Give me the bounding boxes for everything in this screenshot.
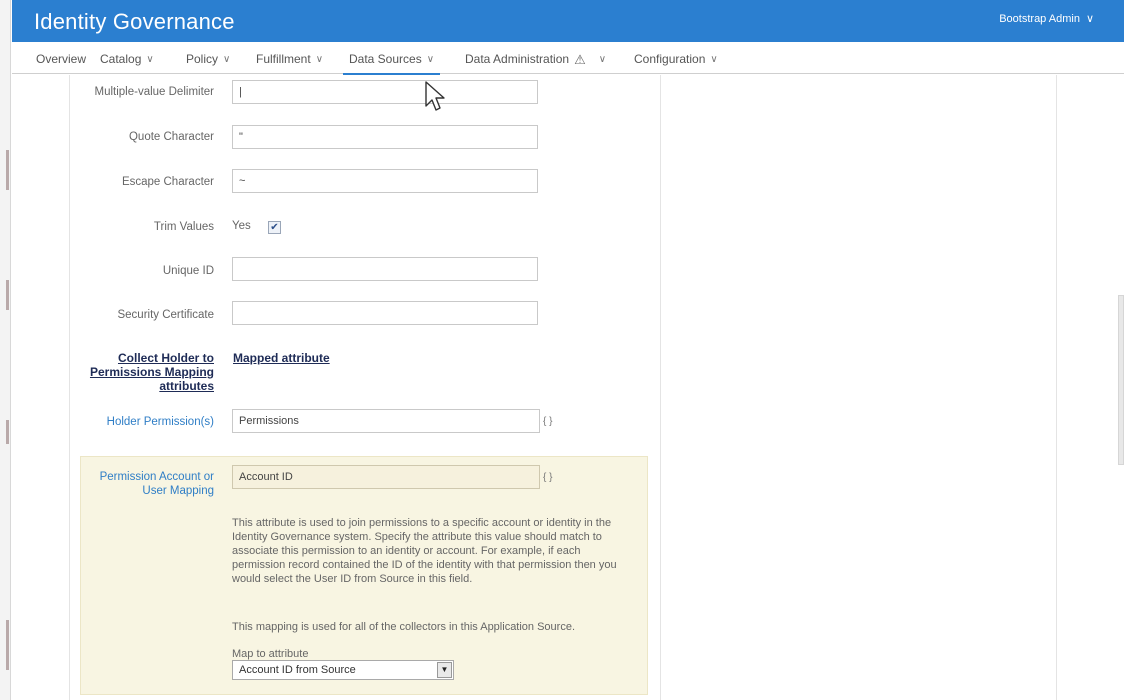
trim-values-checkbox[interactable]: ✔ <box>268 221 281 234</box>
security-certificate-input[interactable] <box>232 301 538 325</box>
unique-id-label: Unique ID <box>162 265 214 277</box>
quote-character-label: Quote Character <box>128 131 214 143</box>
panel-divider <box>1056 75 1057 700</box>
nav-data-sources[interactable]: Data Sources ∨ <box>342 52 441 75</box>
multiple-value-delimiter-label: Multiple-value Delimiter <box>94 86 214 98</box>
nav-data-administration-label: Data Administration <box>465 52 570 66</box>
permission-account-input[interactable]: Account ID <box>232 465 540 489</box>
trim-values-label: Trim Values <box>153 221 214 233</box>
escape-character-label: Escape Character <box>121 176 214 188</box>
holder-permissions-label: Holder Permission(s) <box>106 416 214 428</box>
panel-divider <box>660 75 661 700</box>
chevron-down-icon: ∨ <box>223 53 231 65</box>
multiple-value-delimiter-input[interactable]: | <box>232 80 538 104</box>
chevron-down-icon: ∨ <box>315 53 324 65</box>
edge-mark <box>6 150 9 190</box>
nav-data-administration[interactable]: Data Administration ⚠ ∨ <box>465 52 606 66</box>
edge-mark <box>6 280 9 310</box>
user-menu[interactable]: Bootstrap Admin ∨ <box>999 12 1094 26</box>
main-nav: Overview Catalog ∨ Policy ∨ Fulfillment … <box>12 42 1124 75</box>
collectors-mapping-note: This mapping is used for all of the coll… <box>232 621 576 633</box>
braces-icon[interactable]: { } <box>543 416 552 427</box>
map-to-attribute-label: Map to attribute <box>232 648 309 660</box>
nav-overview[interactable]: Overview <box>36 52 86 66</box>
unique-id-input[interactable] <box>232 257 538 281</box>
chevron-down-icon: ∨ <box>710 53 718 65</box>
holder-permissions-input[interactable]: Permissions <box>232 409 540 433</box>
chevron-down-icon: ∨ <box>598 53 607 65</box>
escape-character-input[interactable]: ~ <box>232 169 538 193</box>
scrollbar-thumb[interactable] <box>1118 295 1124 465</box>
chevron-down-icon: ∨ <box>146 53 154 65</box>
user-menu-label: Bootstrap Admin <box>999 12 1080 25</box>
mapped-attribute-heading[interactable]: Mapped attribute <box>233 351 433 365</box>
quote-character-input[interactable]: " <box>232 125 538 149</box>
mouse-cursor-icon <box>425 81 445 111</box>
nav-data-sources-label: Data Sources <box>349 52 422 66</box>
warning-icon: ⚠ <box>574 51 586 67</box>
checkmark-icon: ✔ <box>270 222 279 233</box>
security-certificate-label: Security Certificate <box>117 309 214 321</box>
nav-overview-label: Overview <box>36 52 87 66</box>
data-source-form: Multiple-value Delimiter | Quote Charact… <box>12 75 1124 700</box>
mapping-section-heading[interactable]: Collect Holder to Permissions Mapping at… <box>74 351 214 393</box>
chevron-down-icon: ∨ <box>426 53 435 65</box>
nav-fulfillment-label: Fulfillment <box>256 52 311 66</box>
edge-mark <box>6 420 9 444</box>
app-header: Identity Governance Bootstrap Admin ∨ <box>12 0 1124 42</box>
permission-account-label: Permission Account or User Mapping <box>99 471 214 497</box>
nav-catalog[interactable]: Catalog ∨ <box>100 52 154 66</box>
trim-values-option: Yes <box>232 220 251 232</box>
chevron-down-icon: ∨ <box>1085 13 1094 25</box>
permission-account-help: This attribute is used to join permissio… <box>232 517 617 585</box>
app-title: Identity Governance <box>34 9 235 34</box>
nav-catalog-label: Catalog <box>100 52 142 66</box>
nav-configuration-label: Configuration <box>634 52 706 66</box>
panel-divider <box>69 75 70 700</box>
dropdown-arrow-icon[interactable]: ▼ <box>437 662 452 678</box>
nav-configuration[interactable]: Configuration ∨ <box>634 52 718 66</box>
nav-fulfillment[interactable]: Fulfillment ∨ <box>256 52 323 66</box>
braces-icon[interactable]: { } <box>543 472 552 483</box>
nav-policy-label: Policy <box>186 52 219 66</box>
map-to-attribute-value: Account ID from Source <box>239 664 356 676</box>
edge-mark <box>6 620 9 670</box>
nav-policy[interactable]: Policy ∨ <box>186 52 230 66</box>
map-to-attribute-select[interactable]: Account ID from Source ▼ <box>232 660 454 680</box>
left-edge-strip <box>0 0 11 700</box>
